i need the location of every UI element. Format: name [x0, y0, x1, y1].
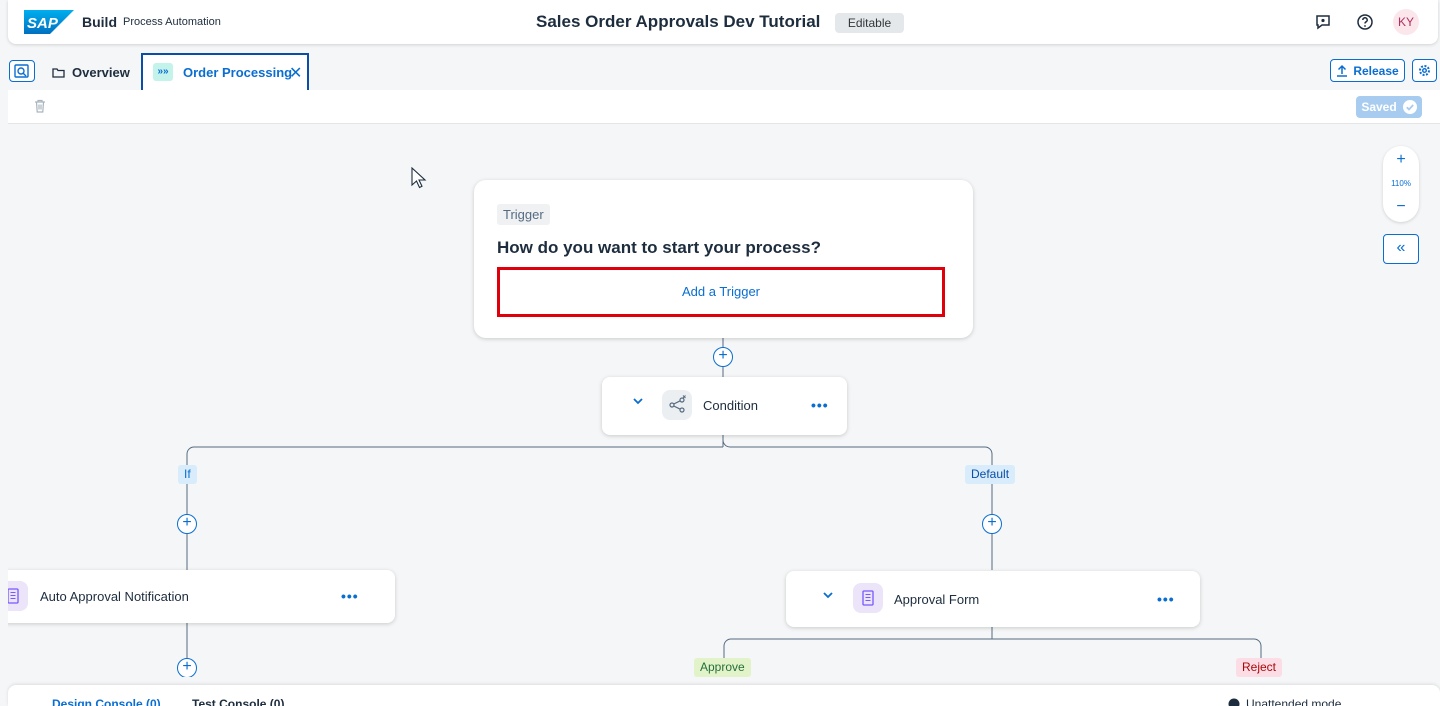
- condition-label: Condition: [703, 398, 758, 413]
- check-circle-icon: [1402, 100, 1417, 114]
- auto-approval-label: Auto Approval Notification: [40, 589, 189, 604]
- trigger-tag: Trigger: [497, 204, 550, 225]
- saved-label: Saved: [1361, 100, 1397, 114]
- search-artifacts-button[interactable]: [9, 60, 35, 82]
- branch-default-label: Default: [965, 465, 1016, 484]
- add-trigger-button[interactable]: Add a Trigger: [497, 267, 945, 317]
- add-step-button-default[interactable]: +: [982, 514, 1002, 534]
- condition-node[interactable]: Condition •••: [602, 377, 847, 435]
- delete-icon[interactable]: [34, 99, 46, 113]
- robot-icon: [1228, 698, 1240, 706]
- branch-approve-label: Approve: [694, 658, 751, 677]
- tab-bar: Overview »» Order Processing ✕ Release: [0, 46, 1440, 90]
- approval-form-label: Approval Form: [894, 592, 980, 607]
- add-step-button-if[interactable]: +: [177, 514, 197, 534]
- search-icon: [14, 64, 29, 78]
- sap-logo-icon[interactable]: SAP: [24, 10, 74, 34]
- tab-overview[interactable]: Overview: [52, 64, 130, 80]
- zoom-level[interactable]: 110%: [1383, 179, 1419, 188]
- editor-toolbar: Saved: [8, 90, 1440, 124]
- close-tab-icon[interactable]: ✕: [289, 63, 302, 83]
- project-title: Sales Order Approvals Dev Tutorial: [536, 12, 821, 31]
- more-options-icon[interactable]: •••: [1157, 591, 1175, 607]
- unattended-mode-label: Unattended mode: [1246, 697, 1342, 706]
- product-subtitle: Process Automation: [123, 16, 221, 28]
- trigger-card: Trigger How do you want to start your pr…: [474, 180, 973, 338]
- saved-status-button[interactable]: Saved: [1356, 96, 1422, 118]
- more-options-icon[interactable]: •••: [811, 397, 829, 413]
- editable-badge: Editable: [835, 13, 904, 33]
- folder-icon: [52, 67, 65, 78]
- tab-order-processing-label: Order Processing: [183, 65, 293, 80]
- tab-design-console[interactable]: Design Console (0): [52, 697, 161, 706]
- collapse-panel-button[interactable]: «: [1383, 234, 1419, 264]
- branch-reject-label: Reject: [1236, 658, 1283, 677]
- form-icon: [8, 581, 28, 611]
- chevron-down-icon[interactable]: [822, 589, 834, 603]
- feedback-icon[interactable]: [1313, 12, 1333, 32]
- trigger-question: How do you want to start your process?: [497, 238, 821, 257]
- bottom-console: Design Console (0) Test Console (0) Unat…: [8, 685, 1440, 706]
- process-chip-icon: »»: [153, 63, 173, 81]
- more-options-icon[interactable]: •••: [341, 588, 359, 604]
- sap-logo-text: SAP: [27, 15, 59, 32]
- chevron-down-icon[interactable]: [632, 395, 644, 409]
- release-button[interactable]: Release: [1330, 59, 1405, 82]
- auto-approval-node[interactable]: Auto Approval Notification •••: [8, 570, 395, 623]
- form-icon: [853, 583, 883, 613]
- zoom-in-button[interactable]: +: [1383, 151, 1419, 169]
- upload-icon: [1337, 64, 1348, 77]
- condition-icon: [662, 390, 692, 420]
- process-canvas[interactable]: + 110% − « Trigger How do you want to st…: [8, 125, 1440, 677]
- approval-form-node[interactable]: Approval Form •••: [786, 571, 1200, 627]
- release-label: Release: [1353, 63, 1399, 78]
- help-icon[interactable]: [1355, 12, 1375, 32]
- settings-button[interactable]: [1412, 59, 1437, 82]
- tab-order-processing[interactable]: »» Order Processing ✕: [141, 53, 309, 90]
- shell-bar: SAP Build Process Automation Sales Order…: [8, 0, 1438, 44]
- add-step-button-auto[interactable]: +: [177, 658, 197, 677]
- product-name: Build: [82, 14, 117, 30]
- unattended-mode[interactable]: Unattended mode: [1228, 697, 1341, 706]
- zoom-out-button[interactable]: −: [1383, 198, 1419, 216]
- user-avatar[interactable]: KY: [1393, 9, 1419, 35]
- branch-if-label: If: [178, 465, 197, 484]
- gear-icon: [1419, 65, 1430, 76]
- add-step-button[interactable]: +: [713, 347, 733, 367]
- tab-test-console[interactable]: Test Console (0): [192, 697, 284, 706]
- mouse-cursor-icon: [411, 167, 427, 189]
- zoom-control: + 110% −: [1383, 146, 1419, 222]
- tab-overview-label: Overview: [72, 64, 130, 80]
